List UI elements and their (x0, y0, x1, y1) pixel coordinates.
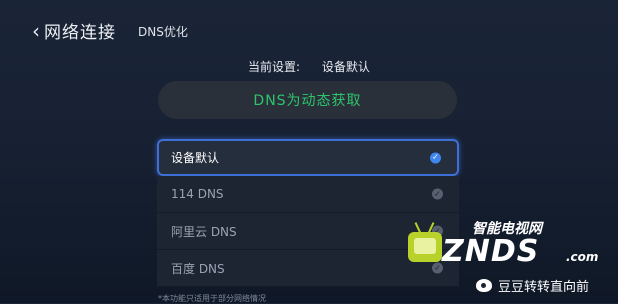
tv-screen-shape (414, 238, 436, 254)
footnote: *本功能只适用于部分网络情况 (158, 294, 266, 303)
dns-option-device-default[interactable]: 设备默认 ✓ (157, 139, 459, 176)
dns-status-banner: DNS为动态获取 (158, 81, 457, 119)
current-setting-row: 当前设置: 设备默认 (0, 58, 618, 75)
page-title: 网络连接 (44, 23, 116, 43)
header-bar: ‹ 网络连接 DNS优化 (0, 0, 618, 60)
znds-watermark: 智能电视网 ZNDS .com (408, 212, 608, 282)
back-button[interactable]: ‹ 网络连接 (32, 18, 116, 44)
current-setting-value: 设备默认 (321, 60, 370, 74)
chevron-left-icon: ‹ (32, 18, 40, 43)
breadcrumb: DNS优化 (138, 25, 188, 39)
dns-option-label: 114 DNS (171, 187, 224, 201)
weibo-credit: 豆豆转转直向前 (476, 276, 589, 295)
dns-option-label: 阿里云 DNS (171, 224, 237, 239)
watermark-domain: .com (566, 250, 599, 264)
weibo-handle: 豆豆转转直向前 (498, 280, 590, 295)
watermark-brand: ZNDS (442, 234, 540, 269)
dns-status-text: DNS为动态获取 (253, 93, 362, 109)
current-setting-label: 当前设置: (248, 60, 301, 74)
check-icon: ✓ (432, 188, 443, 200)
dns-option-114[interactable]: 114 DNS ✓ (157, 176, 459, 213)
dns-option-label: 设备默认 (171, 151, 220, 165)
check-icon: ✓ (430, 152, 441, 163)
dns-option-label: 百度 DNS (171, 261, 225, 276)
weibo-icon (476, 279, 492, 292)
